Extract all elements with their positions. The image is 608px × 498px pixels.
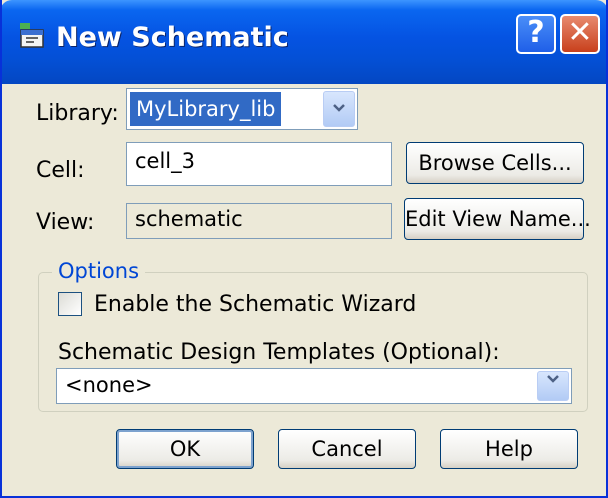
view-field: schematic	[126, 203, 392, 239]
cell-input[interactable]: cell_3	[126, 142, 392, 186]
view-label: View:	[36, 210, 95, 235]
ok-button[interactable]: OK	[116, 429, 254, 469]
options-group-title: Options	[52, 259, 146, 283]
title-close-button[interactable]: ✕	[560, 14, 600, 54]
library-label: Library:	[36, 101, 119, 126]
help-button[interactable]: Help	[440, 429, 578, 469]
schematic-app-icon	[18, 22, 48, 50]
library-selected-value: MyLibrary_lib	[130, 92, 282, 126]
new-schematic-dialog: New Schematic ? ✕ Library: MyLibrary_lib…	[0, 0, 608, 498]
chevron-down-icon	[538, 372, 559, 391]
title-help-button[interactable]: ?	[516, 14, 556, 54]
templates-dropdown-button[interactable]	[537, 371, 569, 401]
templates-label: Schematic Design Templates (Optional):	[58, 340, 500, 365]
schematic-wizard-checkbox[interactable]	[58, 292, 82, 316]
library-dropdown-button[interactable]	[323, 91, 355, 127]
edit-view-name-button[interactable]: Edit View Name...	[404, 198, 591, 240]
schematic-wizard-label[interactable]: Enable the Schematic Wizard	[94, 292, 416, 317]
cell-label: Cell:	[36, 158, 85, 183]
window-title: New Schematic	[56, 22, 289, 53]
templates-select[interactable]: <none>	[56, 368, 572, 404]
library-select[interactable]: MyLibrary_lib	[126, 88, 358, 130]
title-bar[interactable]: New Schematic ? ✕	[2, 0, 606, 84]
cancel-button[interactable]: Cancel	[278, 429, 416, 469]
browse-cells-button[interactable]: Browse Cells...	[406, 142, 584, 184]
templates-selected-value: <none>	[65, 373, 153, 397]
